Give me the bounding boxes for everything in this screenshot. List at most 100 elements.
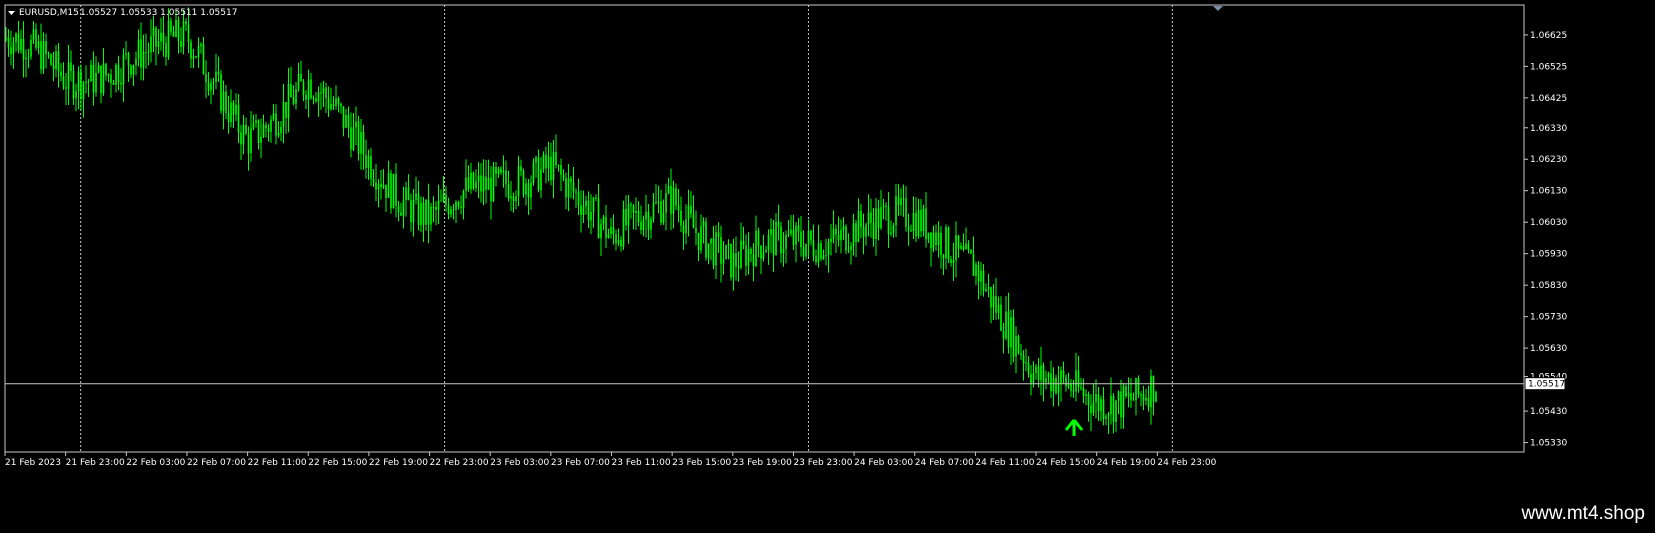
- candle-body: [550, 156, 552, 181]
- candle-body: [1152, 376, 1155, 402]
- candle-body: [520, 166, 522, 171]
- candle-body: [760, 246, 762, 259]
- candle-body: [162, 32, 165, 44]
- candle-body: [600, 224, 602, 239]
- candle-body: [837, 234, 840, 241]
- candle-body: [142, 51, 145, 68]
- candle-body: [405, 187, 407, 200]
- candle-body: [587, 200, 590, 221]
- candle-body: [407, 187, 410, 201]
- candle-body: [737, 266, 740, 268]
- candle-body: [52, 64, 55, 70]
- candle-body: [300, 74, 302, 82]
- y-tick-label: 1.05630: [1530, 344, 1567, 354]
- candle-body: [310, 79, 312, 99]
- candle-body: [610, 227, 612, 234]
- x-tick-label: 21 Feb 23:00: [66, 458, 125, 468]
- candle-body: [712, 238, 715, 266]
- candle-body: [900, 198, 902, 206]
- candle-body: [1135, 378, 1137, 401]
- candle-body: [927, 232, 930, 240]
- candle-body: [785, 234, 787, 249]
- candle-body: [1017, 335, 1020, 354]
- candle-body: [1105, 416, 1107, 419]
- candle-body: [212, 82, 215, 84]
- candle-body: [477, 175, 480, 182]
- symbol-title: EURUSD,M15: [19, 8, 79, 18]
- candle-body: [117, 64, 120, 83]
- candle-body: [315, 98, 317, 102]
- candle-body: [820, 243, 822, 259]
- candle-body: [727, 243, 730, 246]
- candle-body: [1085, 394, 1087, 397]
- candle-body: [997, 304, 1000, 313]
- chart-frame[interactable]: 1.06625 1.06525 1.06425 1.06330 1.06230 1.061…: [0, 0, 1655, 497]
- candle-body: [552, 151, 555, 181]
- candle-body: [872, 222, 875, 240]
- candle-body: [120, 82, 122, 85]
- candle-body: [765, 249, 767, 253]
- y-tick-label: 1.06425: [1530, 94, 1567, 104]
- candle-body: [450, 209, 452, 215]
- candle-body: [562, 174, 565, 179]
- y-tick-label: 1.05930: [1530, 250, 1567, 260]
- candle-body: [1112, 396, 1115, 422]
- candle-body: [1080, 387, 1082, 389]
- y-tick-label: 1.06230: [1530, 155, 1567, 165]
- y-tick-label: 1.05430: [1530, 407, 1567, 417]
- x-tick-label: 23 Feb 23:00: [793, 458, 852, 468]
- triangle-down-icon[interactable]: [8, 11, 15, 15]
- candle-body: [92, 64, 95, 93]
- candle-body: [210, 83, 212, 91]
- candle-body: [802, 247, 805, 257]
- candle-body: [27, 56, 30, 58]
- candle-body: [47, 54, 50, 56]
- candle-body: [367, 156, 370, 168]
- candle-body: [507, 184, 510, 199]
- candle-body: [245, 124, 247, 134]
- candle-body: [877, 208, 880, 229]
- candle-body: [1107, 414, 1110, 417]
- candle-body: [365, 154, 367, 168]
- candle-body: [570, 178, 572, 182]
- candle-body: [575, 191, 577, 193]
- candle-body: [185, 21, 187, 25]
- candle-body: [630, 204, 632, 206]
- candle-body: [165, 43, 167, 57]
- candle-body: [822, 255, 825, 259]
- candle-body: [667, 186, 670, 193]
- candle-body: [942, 254, 945, 259]
- price-chart[interactable]: 1.06625 1.06525 1.06425 1.06330 1.06230 1.061…: [0, 0, 1655, 497]
- candle-body: [267, 128, 270, 132]
- candle-body: [97, 65, 100, 73]
- candle-body: [425, 199, 427, 225]
- candle-body: [110, 74, 112, 83]
- candle-body: [647, 211, 650, 230]
- candle-body: [950, 259, 952, 263]
- x-tick-label: 23 Feb 19:00: [733, 458, 792, 468]
- candle-body: [397, 205, 400, 213]
- candle-body: [207, 82, 210, 91]
- candle-body: [670, 186, 672, 214]
- candle-body: [992, 295, 995, 308]
- candle-body: [925, 208, 927, 240]
- candle-body: [657, 201, 660, 203]
- y-tick-label: 1.05830: [1530, 281, 1567, 291]
- candle-body: [557, 164, 560, 166]
- candle-body: [735, 253, 737, 267]
- candle-body: [690, 205, 692, 214]
- x-tick-label: 23 Feb 07:00: [551, 458, 610, 468]
- candle-body: [780, 226, 782, 254]
- candle-body: [422, 202, 425, 225]
- triangle-down-marker-icon[interactable]: [1213, 6, 1223, 11]
- candle-body: [125, 53, 127, 55]
- candle-body: [565, 178, 567, 198]
- x-tick-label: 23 Feb 03:00: [490, 458, 549, 468]
- candle-body: [692, 213, 695, 229]
- candle-body: [825, 255, 827, 257]
- candle-body: [860, 210, 862, 227]
- candle-body: [230, 102, 232, 123]
- candle-body: [555, 151, 557, 165]
- candle-body: [895, 196, 897, 226]
- candle-body: [817, 243, 820, 263]
